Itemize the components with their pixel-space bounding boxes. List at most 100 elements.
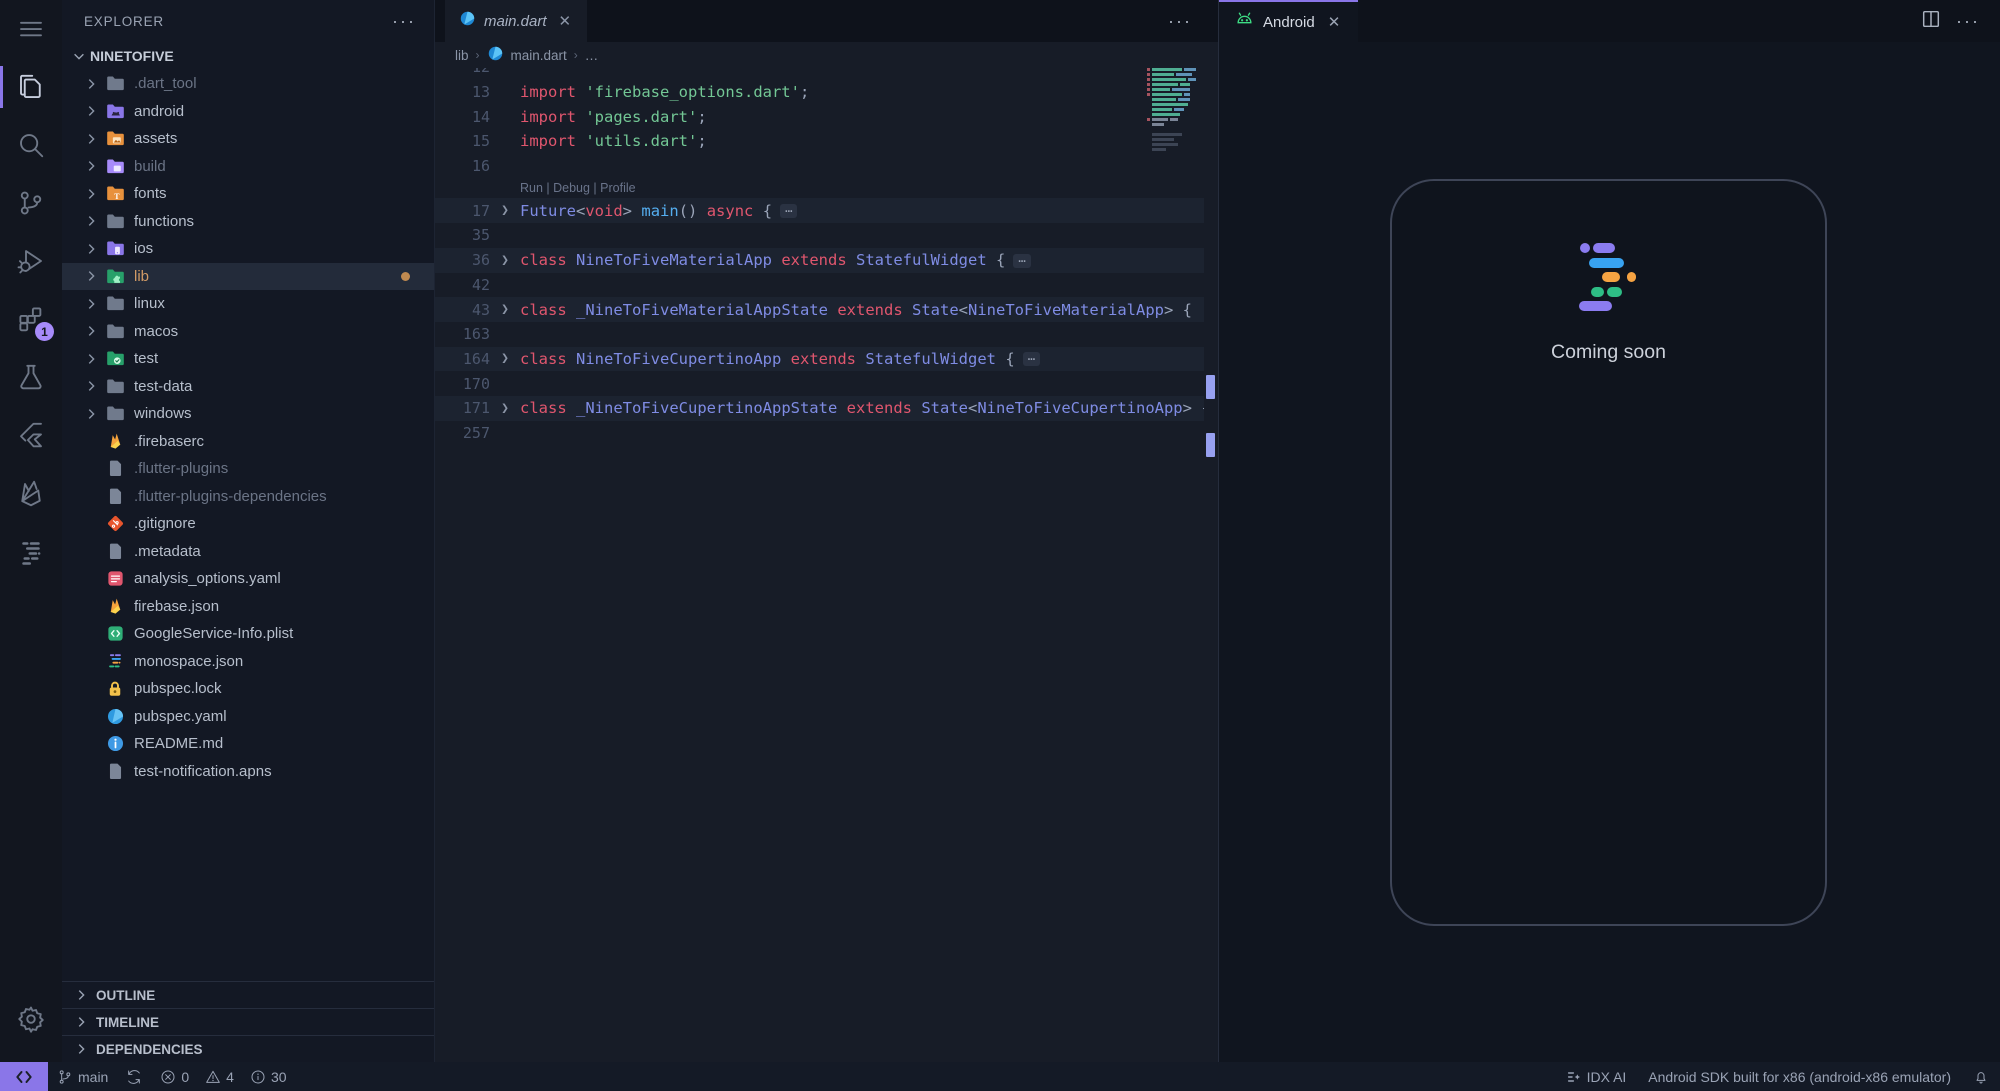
tree-folder-test-data[interactable]: test-data bbox=[62, 373, 434, 401]
extensions-icon[interactable]: 1 bbox=[0, 290, 62, 348]
chevron-right-icon bbox=[84, 297, 102, 311]
line-number: 36 bbox=[435, 251, 490, 269]
section-timeline[interactable]: TIMELINE bbox=[62, 1008, 434, 1035]
tree-file-test-notification-apns[interactable]: test-notification.apns bbox=[62, 758, 434, 786]
section-outline[interactable]: OUTLINE bbox=[62, 981, 434, 1008]
tree-file--flutter-plugins[interactable]: .flutter-plugins bbox=[62, 455, 434, 483]
run-debug-icon[interactable] bbox=[0, 232, 62, 290]
tree-file-googleservice-info-plist[interactable]: GoogleService-Info.plist bbox=[62, 620, 434, 648]
code-line-35[interactable]: 35 bbox=[435, 223, 1204, 248]
tree-item-label: .flutter-plugins bbox=[134, 460, 228, 477]
fold-chevron-icon[interactable]: ❯ bbox=[490, 253, 520, 268]
breadcrumb-main-dart[interactable]: main.dart bbox=[511, 48, 567, 63]
fold-chevron-icon[interactable]: ❯ bbox=[490, 401, 520, 416]
tree-folder-linux[interactable]: linux bbox=[62, 290, 434, 318]
code-line-17[interactable]: 17❯Future<void> main() async {⋯ bbox=[435, 198, 1204, 223]
problems-status[interactable]: 0430 bbox=[151, 1062, 295, 1091]
split-editor-icon[interactable] bbox=[1922, 10, 1940, 33]
tree-folder-assets[interactable]: assets bbox=[62, 125, 434, 153]
code-line-164[interactable]: 164❯class NineToFiveCupertinoApp extends… bbox=[435, 347, 1204, 372]
fold-chevron-icon[interactable]: ❯ bbox=[490, 302, 520, 317]
breadcrumb[interactable]: lib › main.dart › … bbox=[435, 42, 1218, 68]
panel-more-actions[interactable]: ··· bbox=[1956, 11, 1980, 32]
tree-folder-fonts[interactable]: Tfonts bbox=[62, 180, 434, 208]
folded-region[interactable]: ⋯ bbox=[1023, 352, 1040, 366]
tab-close-icon[interactable]: ✕ bbox=[555, 10, 576, 32]
code-line-36[interactable]: 36❯class NineToFiveMaterialApp extends S… bbox=[435, 248, 1204, 273]
tree-file-pubspec-yaml[interactable]: pubspec.yaml bbox=[62, 703, 434, 731]
flutter-icon[interactable] bbox=[0, 406, 62, 464]
tree-folder-android[interactable]: android bbox=[62, 98, 434, 126]
project-root-ninetofive[interactable]: NINETOFIVE bbox=[62, 42, 434, 70]
tree-folder-macos[interactable]: macos bbox=[62, 318, 434, 346]
tree-folder-functions[interactable]: functions bbox=[62, 208, 434, 236]
tree-file-firebase-json[interactable]: firebase.json bbox=[62, 593, 434, 621]
code-line-16[interactable]: 16 bbox=[435, 154, 1204, 179]
tab-android[interactable]: Android ✕ bbox=[1219, 0, 1358, 42]
tree-file--gitignore[interactable]: .gitignore bbox=[62, 510, 434, 538]
menu-icon[interactable] bbox=[0, 0, 62, 58]
settings-gear-icon[interactable] bbox=[0, 990, 62, 1048]
fold-chevron-icon[interactable]: ❯ bbox=[490, 351, 520, 366]
tree-folder-ios[interactable]: ios bbox=[62, 235, 434, 263]
codelens-run-debug-profile[interactable]: Run | Debug | Profile bbox=[520, 181, 636, 195]
android-sdk-status[interactable]: Android SDK built for x86 (android-x86 e… bbox=[1637, 1062, 1962, 1091]
tree-folder-lib[interactable]: lib bbox=[62, 263, 434, 291]
fold-chevron-icon[interactable]: ❯ bbox=[490, 203, 520, 218]
testing-icon[interactable] bbox=[0, 348, 62, 406]
breadcrumb-lib[interactable]: lib bbox=[455, 48, 469, 63]
code-line-12[interactable]: 12 bbox=[435, 68, 1204, 80]
tree-file--metadata[interactable]: .metadata bbox=[62, 538, 434, 566]
breadcrumb-symbol[interactable]: … bbox=[585, 48, 599, 63]
idx-ai-status[interactable]: IDX AI bbox=[1555, 1062, 1638, 1091]
code-line-257[interactable]: 257 bbox=[435, 421, 1204, 446]
firebase-icon[interactable] bbox=[0, 464, 62, 522]
notifications-bell[interactable] bbox=[1962, 1062, 2000, 1091]
folder-gray-icon bbox=[104, 375, 126, 397]
tree-item-label: lib bbox=[134, 268, 149, 285]
tree-file--firebaserc[interactable]: .firebaserc bbox=[62, 428, 434, 456]
tree-folder-build[interactable]: build bbox=[62, 153, 434, 181]
idx-monospace-icon[interactable] bbox=[0, 522, 62, 580]
sync-status[interactable] bbox=[117, 1062, 151, 1091]
editor-more-actions[interactable]: ··· bbox=[1168, 11, 1192, 32]
code-editor[interactable]: 1213import 'firebase_options.dart';14imp… bbox=[435, 68, 1218, 1062]
code-line-170[interactable]: 170 bbox=[435, 371, 1204, 396]
code-line-163[interactable]: 163 bbox=[435, 322, 1204, 347]
tree-file-analysis-options-yaml[interactable]: analysis_options.yaml bbox=[62, 565, 434, 593]
folded-region[interactable]: ⋯ bbox=[1013, 254, 1030, 268]
panel-tab-close-icon[interactable]: ✕ bbox=[1324, 11, 1345, 33]
source-control-icon[interactable] bbox=[0, 174, 62, 232]
code-line-42[interactable]: 42 bbox=[435, 273, 1204, 298]
tree-file-pubspec-lock[interactable]: pubspec.lock bbox=[62, 675, 434, 703]
tree-file--flutter-plugins-dependencies[interactable]: .flutter-plugins-dependencies bbox=[62, 483, 434, 511]
remote-indicator[interactable] bbox=[0, 1062, 48, 1091]
overview-ruler[interactable] bbox=[1204, 68, 1218, 1062]
line-number: 171 bbox=[435, 399, 490, 417]
explorer-icon[interactable] bbox=[0, 58, 62, 116]
folder-gray-icon bbox=[104, 293, 126, 315]
git-branch-status[interactable]: main bbox=[48, 1062, 117, 1091]
panel-tab-strip: Android ✕ ··· bbox=[1219, 0, 2000, 42]
tree-folder-test[interactable]: test bbox=[62, 345, 434, 373]
extensions-badge: 1 bbox=[35, 322, 54, 341]
section-dependencies[interactable]: DEPENDENCIES bbox=[62, 1035, 434, 1062]
code-line-15[interactable]: 15import 'utils.dart'; bbox=[435, 129, 1204, 154]
minimap[interactable] bbox=[1147, 68, 1204, 153]
code-line-13[interactable]: 13import 'firebase_options.dart'; bbox=[435, 80, 1204, 105]
explorer-more-actions[interactable]: ··· bbox=[392, 11, 416, 32]
folded-region[interactable]: ⋯ bbox=[780, 204, 797, 218]
tab-main-dart[interactable]: main.dart ✕ bbox=[445, 0, 587, 42]
tree-folder--dart-tool[interactable]: .dart_tool bbox=[62, 70, 434, 98]
code-line-171[interactable]: 171❯class _NineToFiveCupertinoAppState e… bbox=[435, 396, 1204, 421]
tree-file-monospace-json[interactable]: monospace.json bbox=[62, 648, 434, 676]
modified-dot-badge bbox=[401, 272, 410, 281]
code-line-43[interactable]: 43❯class _NineToFiveMaterialAppState ext… bbox=[435, 297, 1204, 322]
emulator-preview: Coming soon bbox=[1219, 42, 2000, 1062]
chevron-right-icon bbox=[74, 1042, 88, 1056]
tree-file-readme-md[interactable]: README.md bbox=[62, 730, 434, 758]
code-line-14[interactable]: 14import 'pages.dart'; bbox=[435, 104, 1204, 129]
line-number: 257 bbox=[435, 424, 490, 442]
tree-folder-windows[interactable]: windows bbox=[62, 400, 434, 428]
search-icon[interactable] bbox=[0, 116, 62, 174]
